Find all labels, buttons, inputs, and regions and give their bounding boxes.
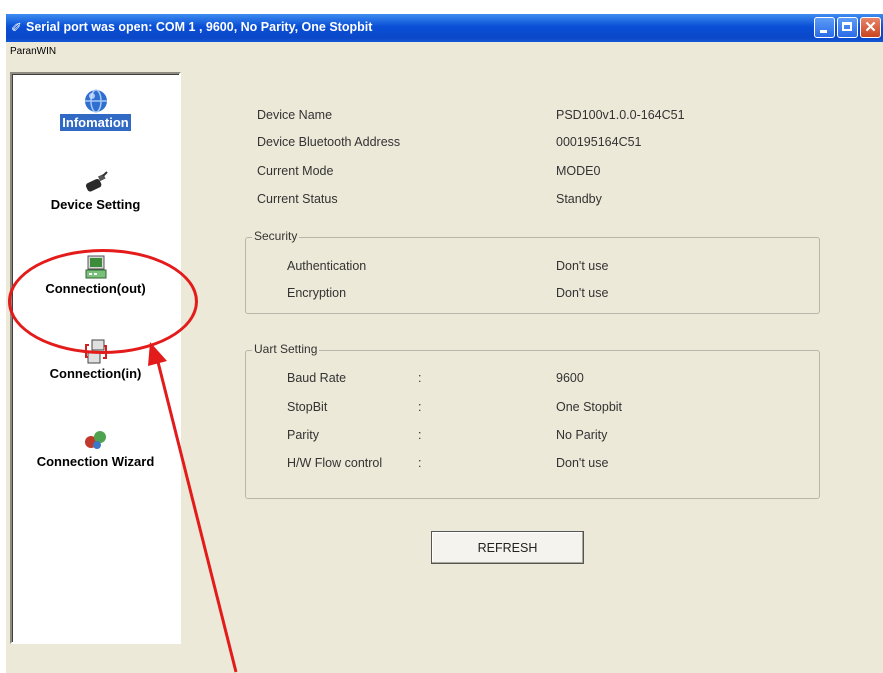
annotation-arrow <box>148 342 238 673</box>
